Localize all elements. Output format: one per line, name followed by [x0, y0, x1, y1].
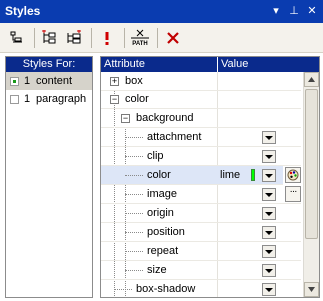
window-title: Styles [5, 4, 41, 18]
item-label: paragraph [36, 93, 87, 105]
dropdown-arrow-icon[interactable]: ▾ [269, 4, 283, 18]
toolbar-separator [157, 27, 158, 48]
value-column-header[interactable]: Value [221, 58, 248, 70]
collapse-icon[interactable]: − [121, 114, 130, 123]
toolbar-separator [91, 27, 92, 48]
value-dropdown-button[interactable] [262, 264, 276, 277]
expand-icon[interactable]: + [110, 77, 119, 86]
attribute-row-clip[interactable]: clip [101, 147, 301, 166]
arrow-up-icon [308, 77, 315, 82]
toolbar-separator [124, 27, 125, 48]
palette-icon [287, 169, 299, 181]
styles-for-pane: Styles For: 1 content 1 paragraph [5, 56, 93, 298]
attribute-row-color[interactable]: − color [101, 90, 301, 109]
delete-icon [167, 31, 179, 44]
value-dropdown-button[interactable] [262, 283, 276, 296]
vertical-scrollbar[interactable] [303, 72, 319, 297]
item-count: 1 [24, 93, 31, 105]
window-controls: ▾ ⊥ ✕ [269, 4, 319, 18]
add-rule-button[interactable] [39, 27, 61, 49]
attribute-row-size[interactable]: size [101, 261, 301, 280]
attribute-label: color [147, 169, 171, 181]
path-button[interactable]: PATH [129, 27, 151, 49]
delete-button[interactable] [162, 27, 184, 49]
value-dropdown-button[interactable] [262, 226, 276, 239]
item-label: content [36, 75, 73, 87]
attribute-label: clip [147, 150, 164, 162]
important-button[interactable] [96, 27, 118, 49]
attribute-row-background[interactable]: − background [101, 109, 301, 128]
attribute-label: box [125, 75, 143, 87]
styles-for-item-paragraph[interactable]: 1 paragraph [6, 90, 92, 108]
attribute-row-box[interactable]: + box [101, 72, 301, 91]
scroll-up-button[interactable] [304, 72, 319, 87]
ellipsis-icon: ··· [289, 186, 298, 197]
attribute-label: attachment [147, 131, 202, 143]
more-options-button[interactable]: ··· [285, 186, 301, 202]
color-value-text[interactable]: lime [220, 169, 240, 181]
pin-icon[interactable]: ⊥ [287, 4, 301, 18]
add-rule-icon [42, 29, 56, 43]
attribute-grid: Attribute Value + box − color − backgrou… [100, 56, 320, 298]
title-bar: Styles ▾ ⊥ ✕ [0, 0, 323, 23]
column-divider[interactable] [217, 57, 218, 72]
value-dropdown-button[interactable] [262, 150, 276, 163]
value-dropdown-button[interactable] [262, 245, 276, 258]
attribute-label: background [136, 112, 194, 124]
value-dropdown-button[interactable] [262, 188, 276, 201]
grid-header: Attribute Value [101, 57, 319, 72]
color-picker-button[interactable] [285, 167, 301, 183]
attribute-row-position[interactable]: position [101, 223, 301, 242]
item-count: 1 [24, 75, 31, 87]
grid-body: + box − color − background attachment cl… [101, 72, 319, 297]
attribute-label: color [125, 93, 149, 105]
scrollbar-thumb[interactable] [305, 89, 318, 239]
attribute-row-box-shadow[interactable]: box-shadow [101, 280, 301, 297]
value-dropdown-button[interactable] [262, 169, 276, 182]
close-icon[interactable]: ✕ [305, 4, 319, 18]
attribute-row-origin[interactable]: origin [101, 204, 301, 223]
attribute-label: origin [147, 207, 174, 219]
path-icon: PATH [131, 29, 149, 47]
attribute-label: image [147, 188, 177, 200]
add-child-rule-button[interactable] [63, 27, 85, 49]
attribute-column-header[interactable]: Attribute [104, 58, 145, 70]
toolbar: PATH [0, 23, 323, 53]
attribute-label: size [147, 264, 167, 276]
svg-text:PATH: PATH [132, 41, 147, 47]
add-child-rule-icon [67, 29, 81, 43]
attribute-row-bg-color[interactable]: color lime [101, 166, 283, 185]
attribute-label: position [147, 226, 185, 238]
value-dropdown-button[interactable] [262, 207, 276, 220]
arrow-down-icon [308, 287, 315, 292]
checkbox-icon[interactable] [10, 76, 19, 86]
scroll-down-button[interactable] [304, 282, 319, 297]
styles-for-header: Styles For: [6, 57, 92, 72]
attribute-row-image[interactable]: image [101, 185, 301, 204]
toolbar-separator [34, 27, 35, 48]
attribute-label: repeat [147, 245, 179, 257]
tree-view-button[interactable] [6, 27, 28, 49]
important-icon [105, 31, 109, 45]
value-dropdown-button[interactable] [262, 131, 276, 144]
collapse-icon[interactable]: − [110, 95, 119, 104]
attribute-row-attachment[interactable]: attachment [101, 128, 301, 147]
tree-view-icon [10, 31, 22, 42]
attribute-label: box-shadow [136, 283, 196, 295]
styles-for-item-content[interactable]: 1 content [6, 72, 92, 90]
checkbox-icon[interactable] [10, 94, 19, 104]
attribute-row-repeat[interactable]: repeat [101, 242, 301, 261]
color-swatch [251, 169, 255, 181]
